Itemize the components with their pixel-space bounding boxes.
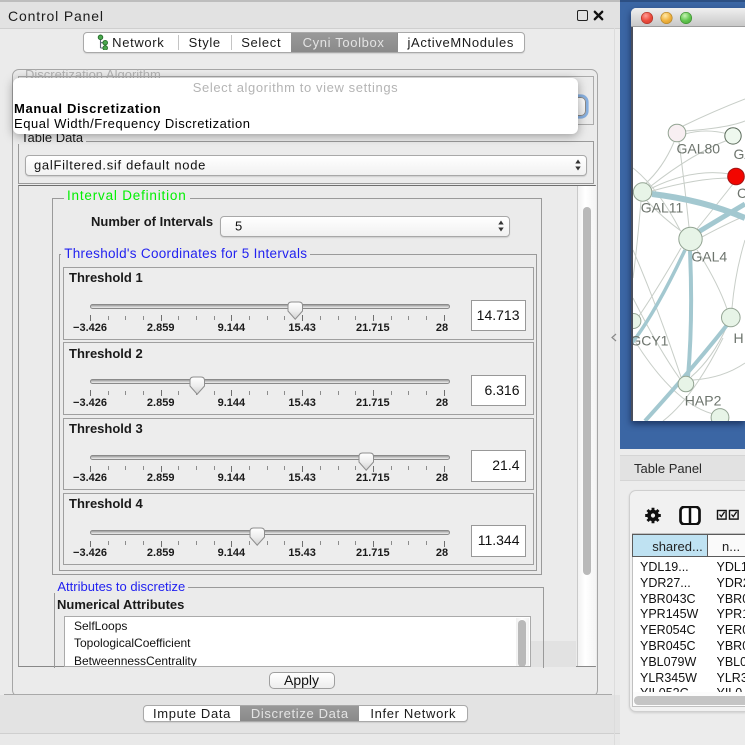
svg-text:GAL80: GAL80	[677, 140, 721, 156]
svg-text:GCY1: GCY1	[633, 332, 669, 348]
svg-text:GA: GA	[734, 146, 745, 162]
svg-text:C: C	[737, 185, 745, 201]
svg-text:H: H	[734, 330, 744, 346]
svg-text:GAL4: GAL4	[691, 248, 727, 264]
svg-text:HAP2: HAP2	[685, 392, 722, 408]
svg-text:GAL11: GAL11	[641, 199, 684, 215]
